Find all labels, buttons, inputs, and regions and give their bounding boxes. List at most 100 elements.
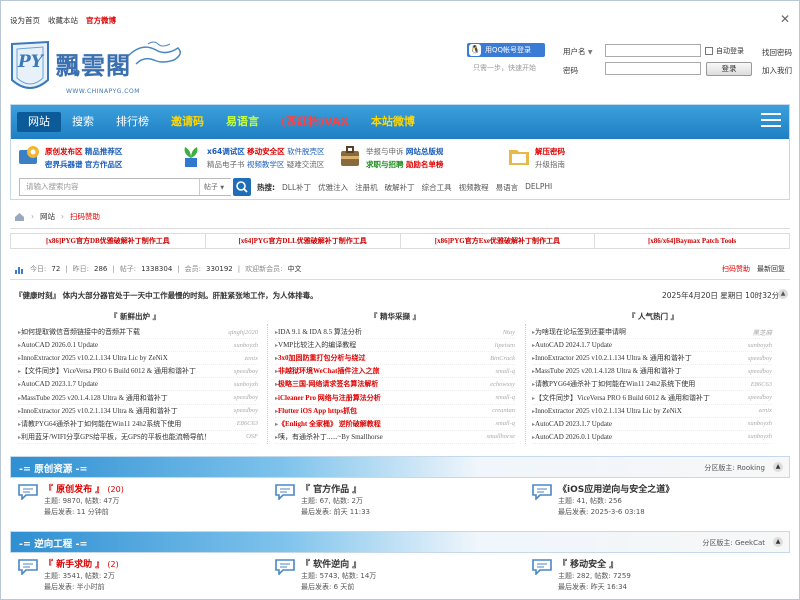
thread-title[interactable]: MassTube 2025 v20.1.4.128 Ultra & 通用和谐补丁 <box>18 393 168 403</box>
thread-title[interactable]: 【文件同步】ViceVersa PRO 6 Build 6012 & 通用和谐补… <box>18 366 196 376</box>
hot-item[interactable]: DLL补丁 <box>282 182 311 193</box>
hot-item[interactable]: 易语言 <box>496 182 519 193</box>
forum-block[interactable]: 『 软件逆向 』 主题: 5743, 帖数: 14万 最后发表: 6 天前 <box>275 557 525 599</box>
thread-title[interactable]: 3x0加固防重打包分析与绕过 <box>275 353 366 363</box>
forum-last-post[interactable]: 最后发表: 11 分钟前 <box>44 507 109 517</box>
thread-author[interactable]: speedboy <box>234 368 258 375</box>
forum-name[interactable]: 『 新手求助 』 (2) <box>44 557 119 570</box>
thread-row[interactable]: 【文件同步】ViceVersa PRO 6 Build 6012 & 通用和谐补… <box>18 365 258 379</box>
link-jobs[interactable]: 求职与招聘 <box>366 160 404 169</box>
search-button[interactable] <box>233 178 251 196</box>
thread-author[interactable]: zenix <box>759 407 772 414</box>
thread-author[interactable]: lipeisen <box>495 342 515 349</box>
thread-row[interactable]: 非越狱环境WeChat插件注入之旅 small-q <box>275 365 515 379</box>
thread-author[interactable]: 黑芝麻 <box>753 327 773 337</box>
thread-title[interactable]: MassTube 2025 v20.1.4.128 Ultra & 通用和谐补丁 <box>532 366 682 376</box>
link-weapon-spectrum[interactable]: 密界兵器谱 <box>45 160 83 169</box>
ad-link[interactable]: [x86]PYG官方DB优雅破解补丁制作工具 <box>11 234 206 248</box>
thread-author[interactable]: BinCrack <box>490 355 515 362</box>
qq-login-button[interactable]: 🐧 用QQ帐号登录 <box>467 43 545 57</box>
forum-name[interactable]: 『 原创发布 』 (20) <box>44 482 124 495</box>
thread-author[interactable]: speedboy <box>234 394 258 401</box>
menu-icon[interactable] <box>761 113 781 129</box>
thread-author[interactable]: qinghj2020 <box>228 329 258 336</box>
link-qa[interactable]: 疑难交流区 <box>287 160 325 169</box>
nav-item-e-language[interactable]: 易语言 <box>215 112 270 132</box>
search-scope-select[interactable]: 帖子 ▼ <box>199 179 231 195</box>
thread-author[interactable]: Ntay <box>503 329 515 336</box>
link-unzip-password[interactable]: 解压密码 <box>535 147 565 156</box>
forum-name[interactable]: 『 移动安全 』 <box>558 557 618 570</box>
newest-member[interactable]: 中文 <box>287 264 301 274</box>
thread-row[interactable]: MassTube 2025 v20.1.4.128 Ultra & 通用和谐补丁… <box>18 391 258 405</box>
ad-link[interactable]: [x86/x64]Baymax Patch Tools <box>595 234 789 248</box>
thread-row[interactable]: AutoCAD 2026.0.1 Update sunboyzh <box>18 339 258 353</box>
forum-name-text[interactable]: 『 移动安全 』 <box>558 560 618 570</box>
thread-row[interactable]: InnoExtractor 2025 v10.2.1.134 Ultra & 通… <box>18 405 258 418</box>
forum-last-post[interactable]: 最后发表: 前天 11:33 <box>301 507 370 517</box>
forum-block[interactable]: 『 官方作品 』 主题: 67, 帖数: 2万 最后发表: 前天 11:33 <box>275 482 525 524</box>
thread-row[interactable]: InnoExtractor 2025 v10.2.1.134 Ultra Lic… <box>532 405 772 418</box>
thread-title[interactable]: AutoCAD 2023.1.7 Update <box>532 420 612 428</box>
forum-name[interactable]: 『 官方作品 』 <box>301 482 361 495</box>
thread-row[interactable]: InnoExtractor 2025 v10.2.1.134 Ultra & 通… <box>532 352 772 366</box>
thread-row[interactable]: AutoCAD 2023.1.7 Update sunboyzh <box>18 378 258 392</box>
link-original-release[interactable]: 原创发布区 <box>45 147 83 156</box>
thread-title[interactable]: 请教PYG64通杀补丁如何能在Win11 24h2系统下使用 <box>18 419 181 429</box>
thread-author[interactable]: smallhorse <box>486 433 515 440</box>
thread-author[interactable]: E86C63 <box>237 420 258 427</box>
nav-item-vax[interactable]: (西红柿)VAX <box>270 112 360 132</box>
hot-item[interactable]: 优雅注入 <box>318 182 348 193</box>
forum-last-post[interactable]: 最后发表: 6 天前 <box>301 582 354 592</box>
ad-link[interactable]: [x86]PYG官方Exe优雅破解补丁制作工具 <box>401 234 596 248</box>
forum-block[interactable]: 《iOS应用逆向与安全之道》 主题: 41, 帖数: 256 最后发表: 2025… <box>532 482 782 524</box>
nav-item-ranking[interactable]: 排行榜 <box>105 112 160 132</box>
forum-last-post[interactable]: 最后发表: 昨天 16:34 <box>558 582 627 592</box>
thread-author[interactable]: speedboy <box>234 407 258 414</box>
forum-name-text[interactable]: 『 新手求助 』 <box>44 560 104 570</box>
thread-title[interactable]: IDA 9.1 & IDA 8.5 算法分析 <box>275 327 362 337</box>
thread-title[interactable]: 利用蓝牙/WIFI分享GPS给平板，无GPS的平板也能流畅导航！ <box>18 432 211 442</box>
thread-row[interactable]: InnoExtractor 2025 v10.2.1.134 Ultra Lic… <box>18 352 258 366</box>
nav-item-search[interactable]: 搜索 <box>61 112 105 132</box>
thread-row[interactable]: 咦，有通杀补丁......~By Smallhorse smallhorse <box>275 431 515 444</box>
join-link[interactable]: 加入我们 <box>762 65 792 76</box>
thread-author[interactable]: zenix <box>245 355 258 362</box>
section-title[interactable]: -= 逆向工程 -= <box>19 536 87 550</box>
thread-row[interactable]: 请教PYG64通杀补丁如何能在Win11 24h2系统下使用 E86C63 <box>532 378 772 392</box>
weibo-link[interactable]: 官方微博 <box>86 15 116 26</box>
link-x64-debug[interactable]: x64调试区 <box>207 147 245 156</box>
thread-author[interactable]: echowxsy <box>490 381 515 388</box>
forgot-password-link[interactable]: 找回密码 <box>762 47 792 58</box>
thread-row[interactable]: Flutter iOS App https抓包 creantan <box>275 405 515 418</box>
thread-author[interactable]: E86C63 <box>751 381 772 388</box>
thread-row[interactable]: IDA 9.1 & IDA 8.5 算法分析 Ntay <box>275 326 515 340</box>
thread-author[interactable]: creantan <box>492 407 515 414</box>
thread-title[interactable]: AutoCAD 2023.1.7 Update <box>18 380 98 388</box>
link-report-appeal[interactable]: 举报与申诉 <box>366 147 404 156</box>
thread-row[interactable]: 《Enlight 全家桶》 逆阶破解教程 small-q <box>275 418 515 431</box>
forum-block[interactable]: 『 移动安全 』 主题: 282, 帖数: 7259 最后发表: 昨天 16:34 <box>532 557 782 599</box>
thread-row[interactable]: AutoCAD 2024.1.7 Update sunboyzh <box>532 339 772 353</box>
thread-row[interactable]: 为啥现在论坛签到还要申请啊 黑芝麻 <box>532 326 773 340</box>
thread-author[interactable]: speedboy <box>748 368 772 375</box>
thread-author[interactable]: OSF <box>246 433 258 440</box>
thread-row[interactable]: 极略三国-网络请求签名算法解析 echowxsy <box>275 378 515 392</box>
password-input[interactable] <box>605 62 701 75</box>
forum-name-text[interactable]: 『 官方作品 』 <box>301 485 361 495</box>
thread-row[interactable]: MassTube 2025 v20.1.4.128 Ultra & 通用和谐补丁… <box>532 365 772 379</box>
site-logo[interactable]: PY 飄雲閣 WWW.CHINAPYG.COM <box>8 38 198 100</box>
thread-row[interactable]: 请教PYG64通杀补丁如何能在Win11 24h2系统下使用 E86C63 <box>18 418 258 431</box>
thread-title[interactable]: InnoExtractor 2025 v10.2.1.134 Ultra & 通… <box>18 406 178 416</box>
thread-author[interactable]: sunboyzh <box>748 342 772 349</box>
thread-title[interactable]: AutoCAD 2026.0.1 Update <box>18 341 98 349</box>
forum-last-post[interactable]: 最后发表: 半小时前 <box>44 582 105 592</box>
thread-title[interactable]: 咦，有通杀补丁......~By Smallhorse <box>275 432 383 442</box>
link-video-tutorials[interactable]: 视频教学区 <box>247 160 285 169</box>
breadcrumb-home[interactable]: 网站 <box>40 211 55 222</box>
chevron-down-icon[interactable]: ▼ <box>588 49 593 56</box>
thread-row[interactable]: 利用蓝牙/WIFI分享GPS给平板，无GPS的平板也能流畅导航！ OSF <box>18 431 258 444</box>
link-mobile-security[interactable]: 移动安全区 <box>247 147 285 156</box>
thread-author[interactable]: speedboy <box>748 394 772 401</box>
thread-title[interactable]: 【文件同步】ViceVersa PRO 6 Build 6012 & 通用和谐补… <box>532 393 710 403</box>
